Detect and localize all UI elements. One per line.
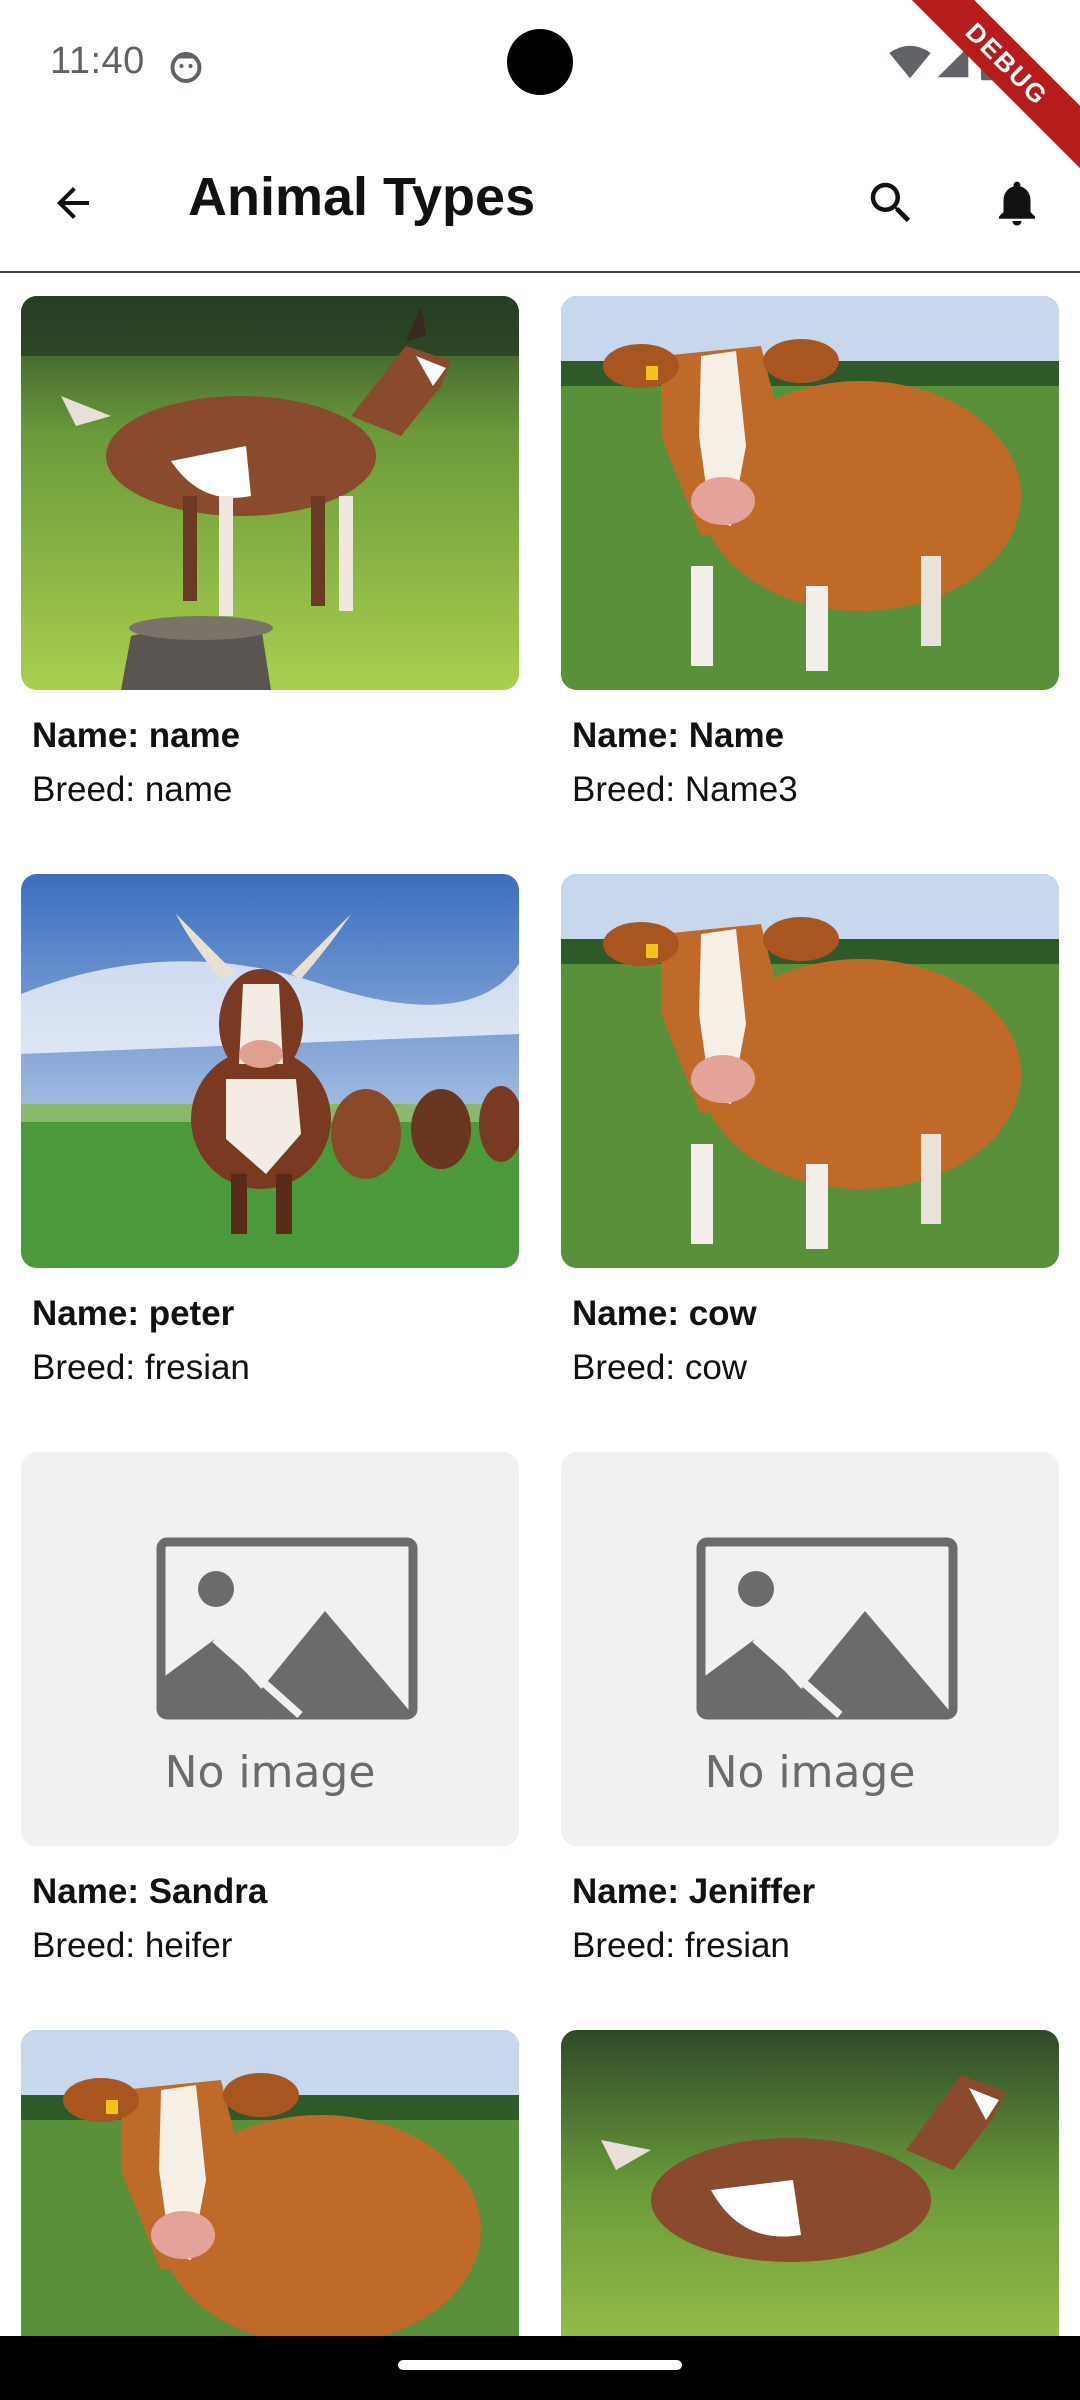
notification-face-icon: [170, 52, 202, 83]
notifications-button[interactable]: [982, 168, 1052, 238]
system-navigation-bar: [0, 2336, 1080, 2400]
search-icon: [870, 182, 911, 223]
cow-photo: [561, 296, 1059, 690]
animal-breed: Breed: heifer: [32, 1926, 233, 1965]
bell-icon: [999, 181, 1035, 226]
screen: 11:40 DEBUG Animal Types Name: name Bree…: [0, 0, 1080, 2400]
status-bar: 11:40: [0, 0, 1080, 130]
animal-name: Name: cow: [572, 1294, 757, 1333]
no-image-label: No image: [704, 1747, 916, 1798]
goat-photo: [21, 296, 519, 690]
animal-breed: Breed: fresian: [32, 1348, 250, 1387]
animal-breed: Breed: fresian: [572, 1926, 790, 1965]
no-image-label: No image: [164, 1747, 376, 1798]
animal-name: Name: Name: [572, 716, 785, 755]
home-gesture-handle[interactable]: [398, 2360, 682, 2370]
back-button[interactable]: [38, 168, 108, 238]
animal-name: Name: Jeniffer: [572, 1872, 816, 1911]
animal-name: Name: Sandra: [32, 1872, 268, 1911]
arrow-back-icon: [57, 187, 89, 219]
animal-breed: Breed: cow: [572, 1348, 748, 1387]
camera-cutout: [507, 29, 573, 95]
cows-herd-photo: [21, 874, 519, 1268]
app-bar: Animal Types: [0, 130, 1080, 273]
wifi-icon: [889, 45, 931, 79]
animal-breed: Breed: name: [32, 770, 233, 809]
page-title: Animal Types: [188, 167, 536, 227]
animal-breed: Breed: Name3: [572, 770, 798, 809]
animal-name: Name: peter: [32, 1294, 235, 1333]
cow-photo: [561, 874, 1059, 1268]
animal-name: Name: name: [32, 716, 241, 755]
status-time: 11:40: [50, 40, 145, 82]
search-button[interactable]: [856, 168, 926, 238]
